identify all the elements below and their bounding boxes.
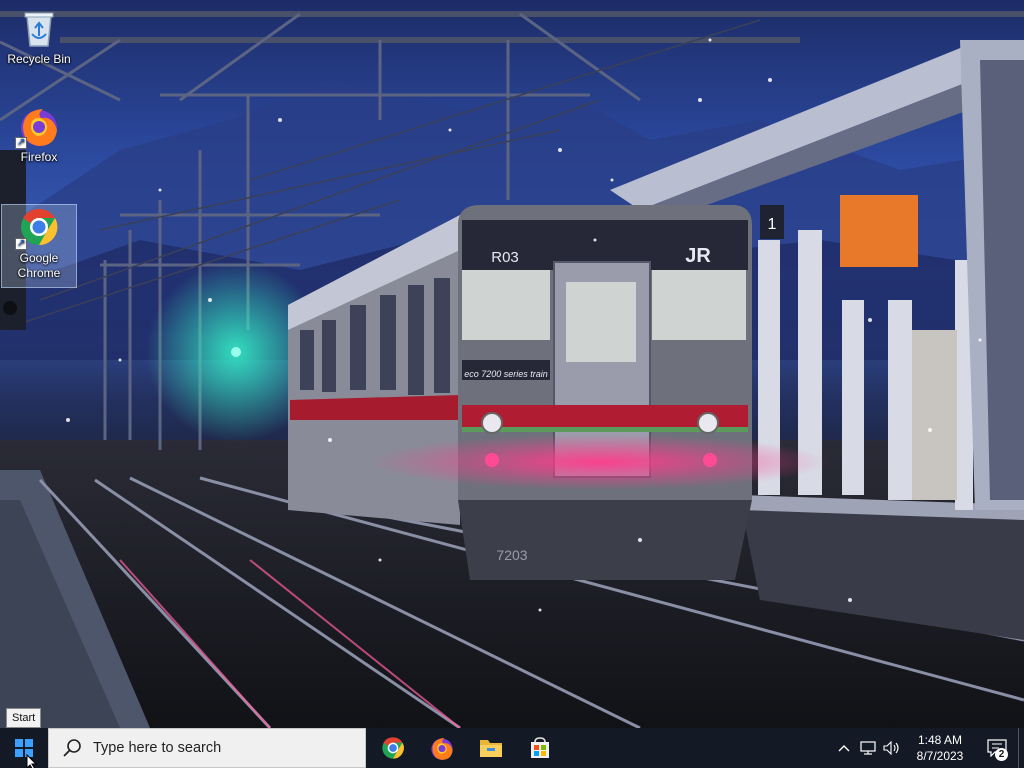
start-tooltip: Start [6, 708, 42, 728]
train-station-illustration: 1 R03 JR eco 7200 series train 7203 [0, 11, 1024, 728]
recycle-bin-icon [17, 6, 61, 50]
action-center-button[interactable]: 2 [976, 728, 1018, 768]
folder-icon [479, 740, 502, 757]
mouse-cursor-icon [26, 754, 38, 768]
chrome-icon [381, 737, 404, 759]
train-brand-text: JR [685, 245, 711, 267]
train-series-text: eco 7200 series train [464, 369, 548, 379]
clock-time: 1:48 AM [917, 733, 963, 747]
taskbar-store-button[interactable] [515, 728, 564, 768]
store-icon [530, 737, 549, 758]
network-icon [860, 741, 876, 755]
search-icon [63, 739, 81, 757]
system-tray: 1:48 AM 8/7/2023 2 [832, 728, 1024, 768]
chevron-up-icon [838, 745, 850, 752]
platform-number-text: 1 [768, 216, 777, 233]
volume-button[interactable] [880, 728, 904, 768]
notification-count-badge: 2 [995, 748, 1008, 761]
desktop-icon-google-chrome[interactable]: Google Chrome [1, 204, 77, 288]
shortcut-arrow-icon [15, 236, 27, 251]
taskbar-chrome-button[interactable] [368, 728, 417, 768]
start-button[interactable] [0, 728, 48, 768]
desktop-wallpaper: 1 R03 JR eco 7200 series train 7203 [0, 0, 1024, 728]
show-hidden-icons-button[interactable] [832, 728, 856, 768]
desktop-icon-label: Google Chrome [17, 251, 61, 280]
train-route-text: R03 [491, 249, 519, 266]
taskbar: Type here to search 1:48 AM 8/7/2023 2 [0, 728, 1024, 768]
search-placeholder: Type here to search [93, 740, 222, 756]
taskbar-firefox-button[interactable] [417, 728, 466, 768]
desktop-icon-label: Recycle Bin [7, 52, 71, 66]
taskbar-file-explorer-button[interactable] [466, 728, 515, 768]
show-desktop-button[interactable] [1018, 728, 1024, 768]
train-number-text: 7203 [496, 547, 527, 563]
desktop-icon-recycle-bin[interactable]: Recycle Bin [1, 6, 77, 67]
desktop-icon-firefox[interactable]: Firefox [1, 104, 77, 165]
desktop-icon-label: Firefox [20, 150, 58, 164]
shortcut-arrow-icon [15, 135, 27, 150]
firefox-icon [15, 104, 61, 150]
chrome-icon [15, 205, 61, 251]
clock-date: 8/7/2023 [916, 749, 964, 763]
volume-icon [883, 741, 899, 755]
network-button[interactable] [856, 728, 880, 768]
firefox-icon [430, 737, 453, 760]
taskbar-search-box[interactable]: Type here to search [48, 728, 366, 768]
taskbar-clock[interactable]: 1:48 AM 8/7/2023 [904, 732, 976, 764]
